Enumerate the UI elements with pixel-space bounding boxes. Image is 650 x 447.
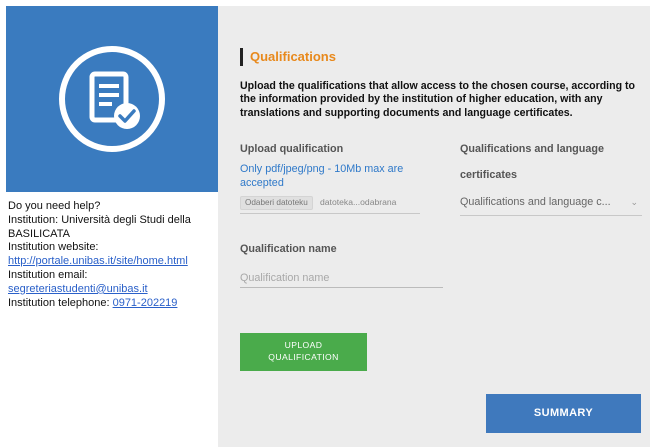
help-info: Do you need help? Institution: Universit…	[8, 200, 214, 310]
website-link[interactable]: http://portale.unibas.it/site/home.html	[8, 255, 188, 267]
help-question: Do you need help?	[8, 200, 101, 212]
left-panel: Do you need help? Institution: Universit…	[0, 0, 218, 447]
file-status: datoteka...odabrana	[320, 197, 397, 207]
upload-hint: Only pdf/jpeg/png - 10Mb max are accepte…	[240, 163, 404, 189]
email-label: Institution email:	[8, 268, 88, 281]
certs-label-line1: Qualifications and language	[460, 143, 604, 155]
qualification-name-label: Qualification name	[240, 243, 337, 255]
choose-file-button[interactable]: Odaberi datoteku	[240, 196, 313, 210]
document-check-icon	[59, 46, 165, 152]
certs-select-value: Qualifications and language c...	[460, 196, 611, 208]
email-link[interactable]: segreteriastudenti@unibas.it	[8, 283, 148, 295]
upload-button-line2: QUALIFICATION	[268, 351, 339, 362]
certs-select[interactable]: Qualifications and language c... ⌄	[460, 194, 642, 216]
institution-name-line1: Institution: Università degli Studi dell…	[8, 213, 191, 226]
website-label: Institution website:	[8, 241, 99, 254]
telephone-label: Institution telephone:	[8, 296, 113, 309]
section-title: Qualifications	[240, 48, 336, 66]
upload-qualification-button[interactable]: UPLOAD QUALIFICATION	[240, 333, 367, 371]
file-input[interactable]: Odaberi datoteku datoteka...odabrana	[240, 194, 420, 214]
institution-name-line2: BASILICATA	[8, 227, 70, 240]
logo	[6, 6, 218, 192]
telephone-link[interactable]: 0971-202219	[113, 297, 178, 309]
qualification-name-input[interactable]	[240, 268, 443, 288]
upload-button-line1: UPLOAD	[284, 340, 323, 350]
intro-text: Upload the qualifications that allow acc…	[240, 80, 635, 119]
upload-label: Upload qualification	[240, 143, 344, 155]
summary-button[interactable]: SUMMARY	[486, 394, 641, 433]
chevron-down-icon: ⌄	[630, 197, 638, 207]
qualifications-panel: Qualifications Upload the qualifications…	[218, 6, 650, 447]
certs-label-line2: certificates	[460, 169, 518, 181]
